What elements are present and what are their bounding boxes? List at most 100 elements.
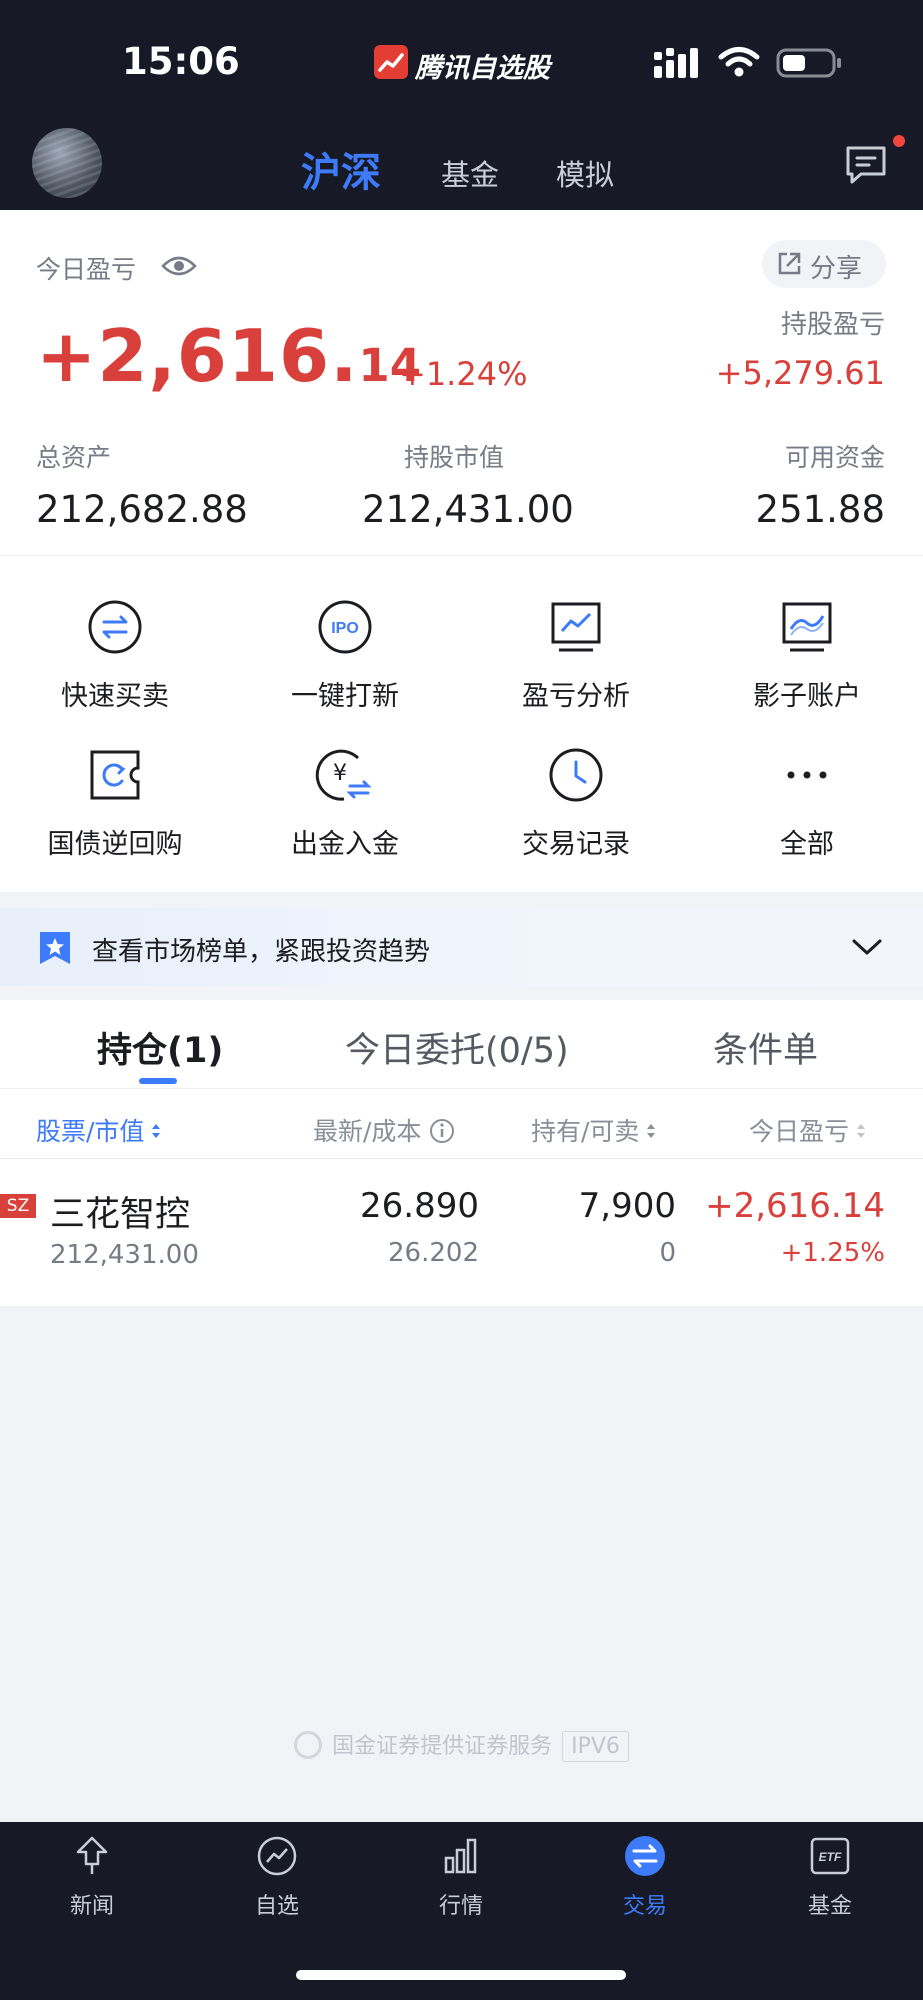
share-label: 分享: [810, 254, 863, 284]
trade-icon: [625, 1836, 665, 1876]
latest-price: 26.890: [360, 1186, 479, 1226]
app-logo-icon: [374, 45, 408, 79]
app-name: 腾讯自选股: [415, 53, 550, 84]
chart-monitor-icon: [551, 602, 601, 652]
header-label: 股票/市值: [36, 1117, 145, 1146]
available-funds: 可用资金 251.88: [756, 438, 885, 531]
divider: [0, 1088, 923, 1089]
account-summary: 今日盈亏 分享 +2,616.14 +1.24% 持股盈亏 +5,279.61 …: [0, 210, 923, 555]
tab-conditional-orders[interactable]: 条件单: [713, 1022, 818, 1073]
svg-text:IPO: IPO: [331, 620, 359, 637]
eye-icon[interactable]: [161, 252, 197, 280]
tab-fund[interactable]: 基金: [441, 152, 499, 194]
action-ipo[interactable]: IPO 一键打新: [230, 596, 460, 713]
table-row[interactable]: SZ 三花智控 212,431.00 26.890 26.202 7,900 0…: [0, 1160, 923, 1306]
stock-name: 三花智控: [50, 1195, 191, 1235]
bookmark-star-icon: [40, 932, 70, 964]
ipo-icon: IPO: [318, 600, 372, 654]
message-icon[interactable]: [843, 142, 889, 188]
nav-market[interactable]: 行情: [401, 1834, 521, 1920]
info-icon[interactable]: [429, 1118, 455, 1144]
action-label: 全部: [780, 829, 834, 860]
home-indicator: [296, 1970, 626, 1980]
action-label: 国债逆回购: [47, 829, 183, 860]
header-label: 最新/成本: [313, 1117, 422, 1146]
nav-fund[interactable]: ETF 基金: [770, 1834, 890, 1920]
top-header: 15:06 腾讯自选股 沪深 基金 模拟: [0, 0, 923, 210]
action-trade-records[interactable]: 交易记录: [461, 744, 691, 861]
sort-icon: [152, 1124, 161, 1138]
positions-panel: 持仓(1) 今日委托(0/5) 条件单 股票/市值 最新/成本 持有/可卖 今日…: [0, 1000, 923, 1306]
nav-label: 基金: [807, 1894, 852, 1919]
nav-watchlist[interactable]: 自选: [217, 1834, 337, 1920]
total-assets-value: 212,682.88: [36, 488, 248, 531]
nav-news[interactable]: 新闻: [32, 1834, 152, 1920]
trend-circle-icon: [257, 1836, 297, 1876]
tab-holdings[interactable]: 持仓(1): [97, 1022, 223, 1073]
tab-hushen[interactable]: 沪深: [301, 140, 381, 198]
nav-label: 自选: [254, 1894, 299, 1919]
sort-icon: [647, 1124, 656, 1138]
total-assets-label: 总资产: [36, 443, 112, 472]
banner-text: 查看市场榜单，紧跟投资趋势: [92, 937, 431, 967]
tab-today-orders[interactable]: 今日委托(0/5): [345, 1022, 569, 1073]
header-stock-market-value[interactable]: 股票/市值: [36, 1112, 162, 1148]
nav-trade[interactable]: 交易: [585, 1834, 705, 1920]
today-pnl-label: 今日盈亏: [36, 255, 137, 284]
share-icon: [778, 252, 801, 275]
action-label: 一键打新: [291, 681, 399, 712]
share-button[interactable]: 分享: [762, 240, 886, 288]
action-repo[interactable]: 国债逆回购: [0, 744, 230, 861]
market-value-value: 212,431.00: [362, 488, 574, 531]
signal-icon: [654, 48, 698, 78]
active-tab-indicator: [139, 1078, 177, 1084]
action-quick-trade[interactable]: 快速买卖: [0, 596, 230, 713]
sort-icon: [857, 1124, 866, 1138]
market-rank-banner[interactable]: 查看市场榜单，紧跟投资趋势: [0, 908, 923, 986]
yuan-transfer-icon: ¥: [315, 749, 372, 801]
nav-label: 新闻: [69, 1894, 114, 1919]
chevron-down-icon[interactable]: [850, 934, 884, 960]
ipv6-badge: IPV6: [562, 1731, 629, 1762]
market-tabs: 沪深 基金 模拟: [0, 140, 923, 200]
stock-market-value: 212,431.00: [50, 1240, 199, 1270]
svg-text:ETF: ETF: [819, 1850, 842, 1864]
holding-qty: 7,900: [578, 1186, 676, 1226]
repo-icon: [90, 750, 140, 800]
divider: [0, 1158, 923, 1159]
tab-simulate[interactable]: 模拟: [556, 152, 614, 194]
header-holding-sellable[interactable]: 持有/可卖: [531, 1112, 657, 1148]
today-pnl-value: +2,616.14: [36, 314, 421, 398]
broker-text: 国金证券提供证券服务: [332, 1734, 553, 1759]
swap-icon: [88, 600, 142, 654]
wifi-icon: [718, 47, 760, 77]
notification-dot: [893, 135, 905, 147]
action-label: 交易记录: [522, 829, 630, 860]
action-pnl-analysis[interactable]: 盈亏分析: [461, 596, 691, 713]
cost-price: 26.202: [388, 1238, 479, 1268]
header-today-pnl[interactable]: 今日盈亏: [749, 1112, 867, 1148]
latest-cost-cell: 26.890 26.202: [360, 1186, 479, 1268]
nav-label: 交易: [622, 1894, 667, 1919]
holding-pnl-label: 持股盈亏: [780, 310, 885, 340]
shadow-account-icon: [782, 602, 832, 652]
clock-icon: [549, 748, 603, 802]
nav-label: 行情: [438, 1894, 483, 1919]
sellable-qty: 0: [659, 1238, 676, 1268]
action-label: 影子账户: [753, 681, 861, 712]
more-icon: [787, 771, 827, 779]
action-label: 快速买卖: [61, 681, 169, 712]
total-assets: 总资产 212,682.88: [36, 438, 248, 531]
etf-icon: ETF: [810, 1837, 850, 1875]
market-badge: SZ: [0, 1194, 36, 1218]
bar-chart-icon: [444, 1838, 477, 1874]
news-icon: [76, 1836, 108, 1874]
action-shadow-account[interactable]: 影子账户: [692, 596, 922, 713]
action-all[interactable]: 全部: [692, 744, 922, 861]
quick-actions: 快速买卖 IPO 一键打新 盈亏分析 影子账户 国债逆回购 ¥ 出金入金 交易记…: [0, 556, 923, 892]
svg-text:¥: ¥: [333, 761, 347, 786]
row-today-pct: +1.25%: [780, 1238, 885, 1268]
status-time: 15:06: [122, 40, 240, 83]
action-transfer[interactable]: ¥ 出金入金: [230, 744, 460, 861]
header-label: 持有/可卖: [531, 1117, 640, 1146]
